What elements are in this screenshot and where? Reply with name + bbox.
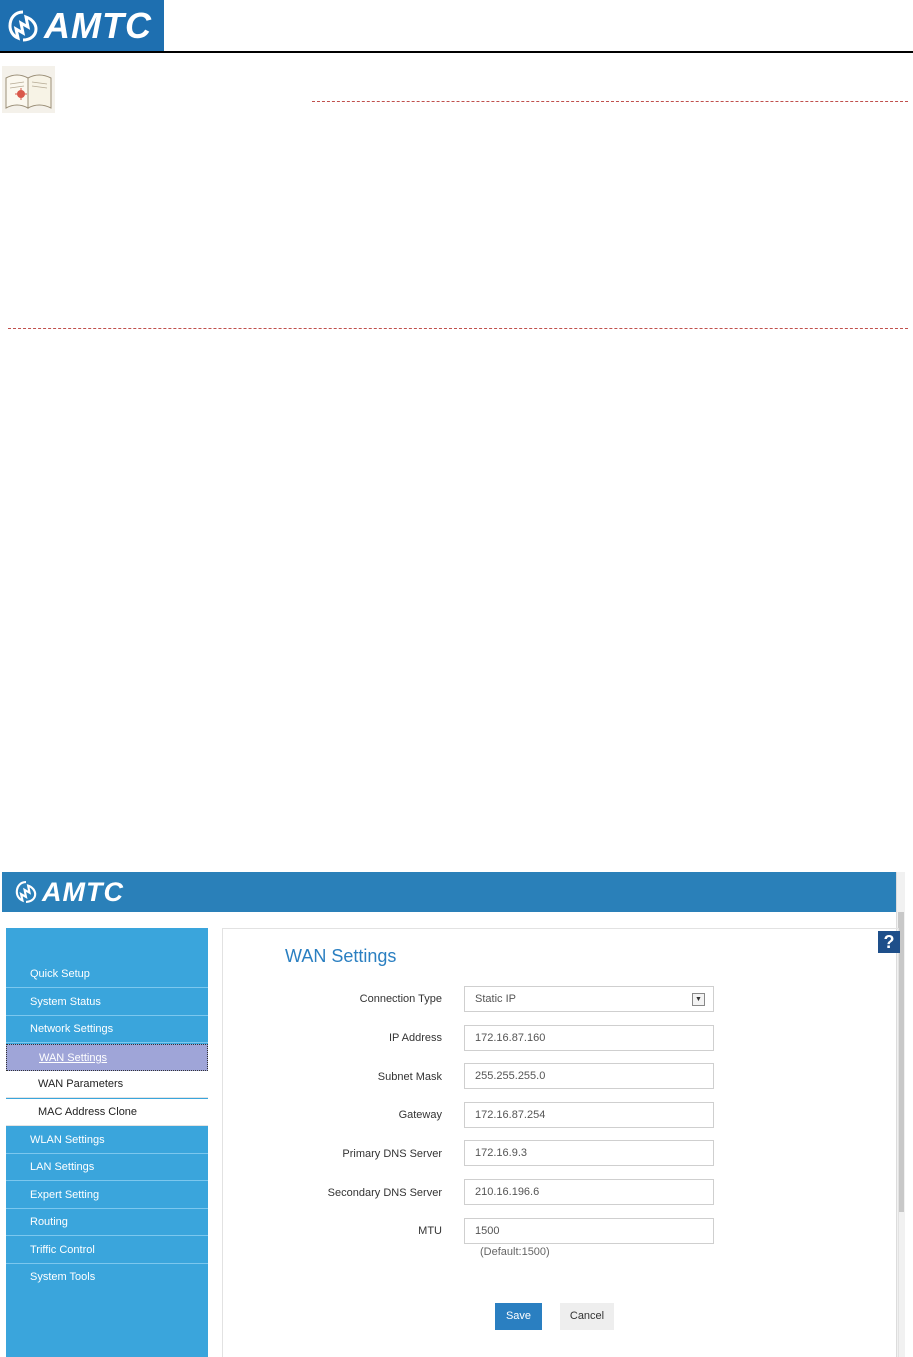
sidebar-item-wlan-settings[interactable]: WLAN Settings xyxy=(6,1127,208,1154)
document-logo-text: AMTC xyxy=(44,4,152,46)
primary-dns-field[interactable]: 172.16.9.3 xyxy=(464,1140,714,1166)
sidebar-subitem-wan-parameters[interactable]: WAN Parameters xyxy=(6,1071,208,1098)
gateway-field[interactable]: 172.16.87.254 xyxy=(464,1102,714,1128)
sidebar: Quick Setup System Status Network Settin… xyxy=(6,928,208,1357)
sidebar-item-network-settings[interactable]: Network Settings xyxy=(6,1016,208,1043)
sidebar-subitem-wan-settings[interactable]: WAN Settings xyxy=(6,1044,208,1071)
router-ui: AMTC Quick Setup System Status Network S… xyxy=(2,872,905,1357)
subnet-mask-field[interactable]: 255.255.255.0 xyxy=(464,1063,714,1089)
sidebar-item-traffic-control[interactable]: Triffic Control xyxy=(6,1237,208,1264)
chevron-down-icon[interactable]: ▼ xyxy=(692,993,705,1006)
sidebar-item-system-tools[interactable]: System Tools xyxy=(6,1264,208,1291)
save-button[interactable]: Save xyxy=(495,1303,542,1330)
help-icon[interactable]: ? xyxy=(878,931,900,953)
sidebar-item-lan-settings[interactable]: LAN Settings xyxy=(6,1154,208,1181)
secondary-dns-label: Secondary DNS Server xyxy=(327,1187,442,1199)
logo-swirl-icon xyxy=(15,881,37,903)
connection-type-value: Static IP xyxy=(475,993,516,1005)
note-bottom-divider xyxy=(8,328,908,329)
sidebar-item-system-status[interactable]: System Status xyxy=(6,989,208,1016)
router-logo-text: AMTC xyxy=(42,876,124,907)
ip-address-field[interactable]: 172.16.87.160 xyxy=(464,1025,714,1051)
connection-type-select[interactable]: Static IP ▼ xyxy=(464,986,714,1012)
note-top-divider xyxy=(312,101,908,102)
subnet-mask-label: Subnet Mask xyxy=(377,1071,442,1083)
open-book-icon xyxy=(2,66,55,113)
sidebar-item-quick-setup[interactable]: Quick Setup xyxy=(6,961,208,988)
ip-address-label: IP Address xyxy=(389,1032,442,1044)
mtu-default-hint: (Default:1500) xyxy=(480,1246,550,1258)
sidebar-item-expert-setting[interactable]: Expert Setting xyxy=(6,1182,208,1209)
cancel-button[interactable]: Cancel xyxy=(560,1303,614,1330)
sidebar-item-routing[interactable]: Routing xyxy=(6,1209,208,1236)
page-title: WAN Settings xyxy=(285,946,397,966)
sidebar-subitem-mac-address-clone[interactable]: MAC Address Clone xyxy=(6,1099,208,1126)
document-logo: AMTC xyxy=(0,0,164,51)
logo-swirl-icon xyxy=(8,10,38,41)
header-rule xyxy=(0,51,913,53)
router-header: AMTC xyxy=(2,872,905,912)
connection-type-label: Connection Type xyxy=(359,993,442,1005)
primary-dns-label: Primary DNS Server xyxy=(342,1148,442,1160)
mtu-field[interactable]: 1500 xyxy=(464,1218,714,1244)
secondary-dns-field[interactable]: 210.16.196.6 xyxy=(464,1179,714,1205)
mtu-label: MTU xyxy=(418,1225,442,1237)
gateway-label: Gateway xyxy=(398,1109,442,1121)
